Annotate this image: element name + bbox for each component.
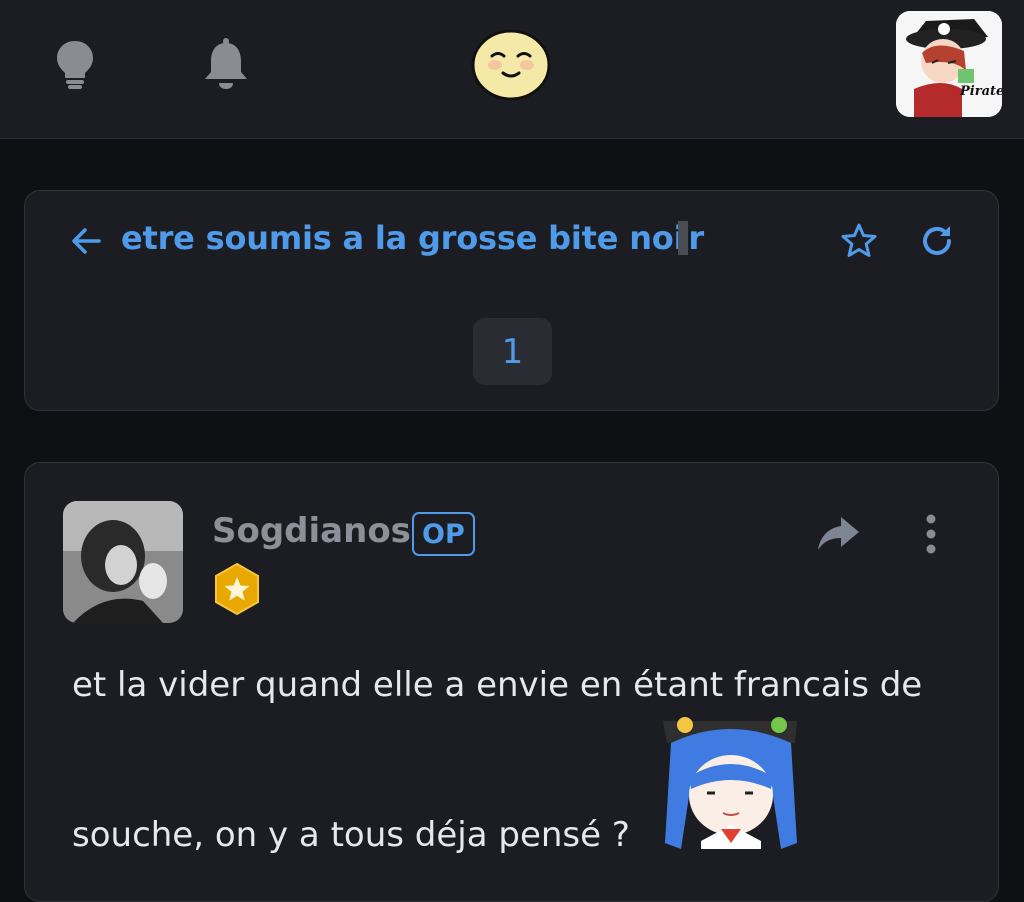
top-bar: Pirate Du Gange — [0, 0, 1024, 139]
smiley-emoji-icon[interactable] — [470, 28, 552, 102]
topic-header-card: etre soumis a la grosse bite noi r 1 — [24, 190, 999, 411]
author-avatar[interactable] — [63, 501, 183, 623]
post-text-line-2: souche, on y a tous déja pensé ? — [72, 815, 630, 855]
topic-title-last-char: r — [688, 219, 704, 257]
gold-star-badge-icon — [209, 561, 265, 617]
bell-icon[interactable] — [200, 36, 252, 90]
post-text-line-1: et la vider quand elle a envie en étant … — [72, 665, 923, 705]
topic-title-text: etre soumis a la grosse bite noi — [121, 219, 685, 257]
op-badge: OP — [412, 512, 475, 556]
text-cursor — [678, 221, 689, 255]
avatar-caption: Pirate Du Gange — [959, 84, 1002, 99]
post-card: Sogdianos OP et la vider quand elle a en… — [24, 462, 999, 902]
author-name[interactable]: Sogdianos — [212, 511, 411, 551]
topic-title: etre soumis a la grosse bite noi r — [121, 219, 704, 257]
user-avatar[interactable]: Pirate Du Gange — [896, 11, 1002, 117]
share-arrow-icon[interactable] — [815, 513, 861, 553]
star-icon[interactable] — [839, 221, 879, 261]
anime-girl-sticker — [661, 713, 799, 849]
more-vertical-icon[interactable] — [917, 511, 945, 557]
lightbulb-icon[interactable] — [52, 38, 98, 90]
refresh-icon[interactable] — [917, 221, 957, 261]
arrow-left-icon[interactable] — [69, 221, 103, 261]
page-number-button[interactable]: 1 — [473, 318, 552, 385]
page-number-label: 1 — [501, 331, 524, 372]
